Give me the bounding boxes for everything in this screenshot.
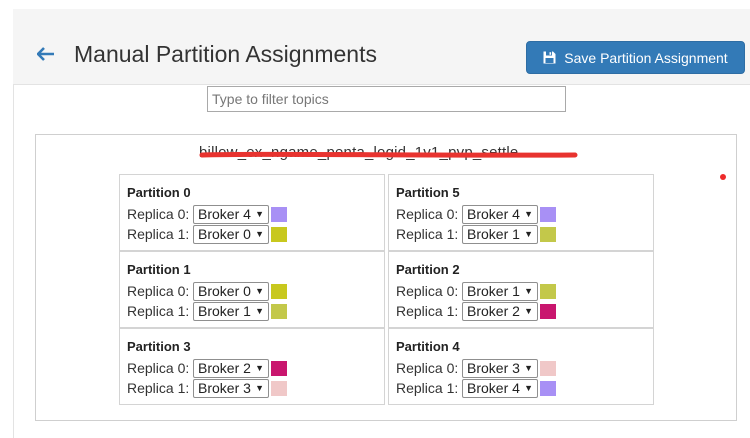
partition-cell: Partition 5 Replica 0: Broker 4 ▼ Replica 1:…: [388, 174, 654, 251]
caret-down-icon: ▼: [524, 286, 533, 296]
broker-select-value: Broker 4: [467, 380, 520, 396]
replica-row: Replica 1: Broker 1 ▼: [396, 224, 556, 244]
redaction-strike: [199, 151, 578, 158]
replica-label: Replica 1:: [396, 226, 459, 242]
partition-title: Partition 3: [127, 339, 191, 354]
caret-down-icon: ▼: [255, 363, 264, 373]
topic-header: billow_ex_ngame_penta_logid_1v1_pvp_sett…: [199, 144, 579, 164]
arrow-left-icon[interactable]: [37, 47, 55, 61]
replica-row: Replica 0: Broker 4 ▼: [396, 204, 556, 224]
partition-title: Partition 1: [127, 262, 191, 277]
red-dot-marker: [720, 174, 726, 180]
partition-title: Partition 0: [127, 185, 191, 200]
broker-color-swatch: [540, 283, 556, 299]
broker-select-value: Broker 4: [467, 206, 520, 222]
caret-down-icon: ▼: [255, 209, 264, 219]
replica-label: Replica 1:: [396, 303, 459, 319]
caret-down-icon: ▼: [524, 209, 533, 219]
topic-filter-input[interactable]: [207, 86, 566, 112]
partition-title: Partition 2: [396, 262, 460, 277]
broker-color-swatch: [271, 380, 287, 396]
replica-row: Replica 1: Broker 2 ▼: [396, 301, 556, 321]
replica-label: Replica 0:: [396, 360, 459, 376]
broker-select[interactable]: Broker 3 ▼: [462, 358, 538, 378]
caret-down-icon: ▼: [524, 363, 533, 373]
replica-label: Replica 0:: [396, 283, 459, 299]
broker-color-swatch: [271, 283, 287, 299]
replica-label: Replica 1:: [127, 226, 190, 242]
replica-row: Replica 0: Broker 2 ▼: [127, 358, 287, 378]
replica-label: Replica 0:: [396, 206, 459, 222]
caret-down-icon: ▼: [524, 229, 533, 239]
broker-select[interactable]: Broker 1 ▼: [193, 301, 269, 321]
caret-down-icon: ▼: [524, 383, 533, 393]
replica-row: Replica 0: Broker 3 ▼: [396, 358, 556, 378]
replica-label: Replica 1:: [127, 303, 190, 319]
broker-select[interactable]: Broker 4 ▼: [193, 204, 269, 224]
replica-label: Replica 0:: [127, 206, 190, 222]
broker-color-swatch: [540, 360, 556, 376]
save-partition-assignment-button[interactable]: Save Partition Assignment: [526, 41, 745, 74]
broker-select-value: Broker 2: [467, 303, 520, 319]
caret-down-icon: ▼: [255, 383, 264, 393]
broker-select[interactable]: Broker 0 ▼: [193, 281, 269, 301]
broker-select-value: Broker 3: [198, 380, 251, 396]
replica-row: Replica 0: Broker 1 ▼: [396, 281, 556, 301]
floppy-disk-icon: [543, 51, 556, 64]
broker-select-value: Broker 4: [198, 206, 251, 222]
broker-color-swatch: [540, 226, 556, 242]
broker-select-value: Broker 1: [467, 226, 520, 242]
broker-select-value: Broker 2: [198, 360, 251, 376]
broker-select-value: Broker 0: [198, 283, 251, 299]
page-title: Manual Partition Assignments: [74, 41, 377, 67]
save-button-label: Save Partition Assignment: [564, 49, 728, 66]
partition-cell: Partition 3 Replica 0: Broker 2 ▼ Replica 1:…: [119, 328, 385, 405]
partition-cell: Partition 1 Replica 0: Broker 0 ▼ Replica 1:…: [119, 251, 385, 328]
broker-color-swatch: [540, 380, 556, 396]
broker-select-value: Broker 3: [467, 360, 520, 376]
caret-down-icon: ▼: [524, 306, 533, 316]
broker-select-value: Broker 1: [198, 303, 251, 319]
broker-select[interactable]: Broker 4 ▼: [462, 378, 538, 398]
replica-row: Replica 0: Broker 0 ▼: [127, 281, 287, 301]
replica-row: Replica 1: Broker 4 ▼: [396, 378, 556, 398]
caret-down-icon: ▼: [255, 286, 264, 296]
partition-title: Partition 5: [396, 185, 460, 200]
replica-label: Replica 1:: [127, 380, 190, 396]
replica-row: Replica 1: Broker 3 ▼: [127, 378, 287, 398]
replica-label: Replica 0:: [127, 360, 190, 376]
broker-color-swatch: [271, 303, 287, 319]
broker-color-swatch: [271, 226, 287, 242]
broker-select[interactable]: Broker 0 ▼: [193, 224, 269, 244]
page-header: Manual Partition Assignments Save Partit…: [13, 9, 750, 85]
broker-color-swatch: [540, 206, 556, 222]
replica-label: Replica 1:: [396, 380, 459, 396]
broker-select-value: Broker 0: [198, 226, 251, 242]
partition-cell: Partition 0 Replica 0: Broker 4 ▼ Replica 1:…: [119, 174, 385, 251]
broker-select[interactable]: Broker 4 ▼: [462, 204, 538, 224]
partition-cell: Partition 4 Replica 0: Broker 3 ▼ Replica 1:…: [388, 328, 654, 405]
replica-row: Replica 0: Broker 4 ▼: [127, 204, 287, 224]
broker-select[interactable]: Broker 3 ▼: [193, 378, 269, 398]
broker-select[interactable]: Broker 1 ▼: [462, 224, 538, 244]
broker-select[interactable]: Broker 2 ▼: [462, 301, 538, 321]
broker-select[interactable]: Broker 2 ▼: [193, 358, 269, 378]
broker-color-swatch: [271, 206, 287, 222]
replica-row: Replica 1: Broker 0 ▼: [127, 224, 287, 244]
partition-cell: Partition 2 Replica 0: Broker 1 ▼ Replica 1:…: [388, 251, 654, 328]
replica-row: Replica 1: Broker 1 ▼: [127, 301, 287, 321]
broker-select[interactable]: Broker 1 ▼: [462, 281, 538, 301]
caret-down-icon: ▼: [255, 229, 264, 239]
broker-color-swatch: [540, 303, 556, 319]
caret-down-icon: ▼: [255, 306, 264, 316]
broker-color-swatch: [271, 360, 287, 376]
broker-select-value: Broker 1: [467, 283, 520, 299]
partition-grid: Partition 0 Replica 0: Broker 4 ▼ Replica 1:…: [119, 174, 655, 406]
partition-title: Partition 4: [396, 339, 460, 354]
replica-label: Replica 0:: [127, 283, 190, 299]
